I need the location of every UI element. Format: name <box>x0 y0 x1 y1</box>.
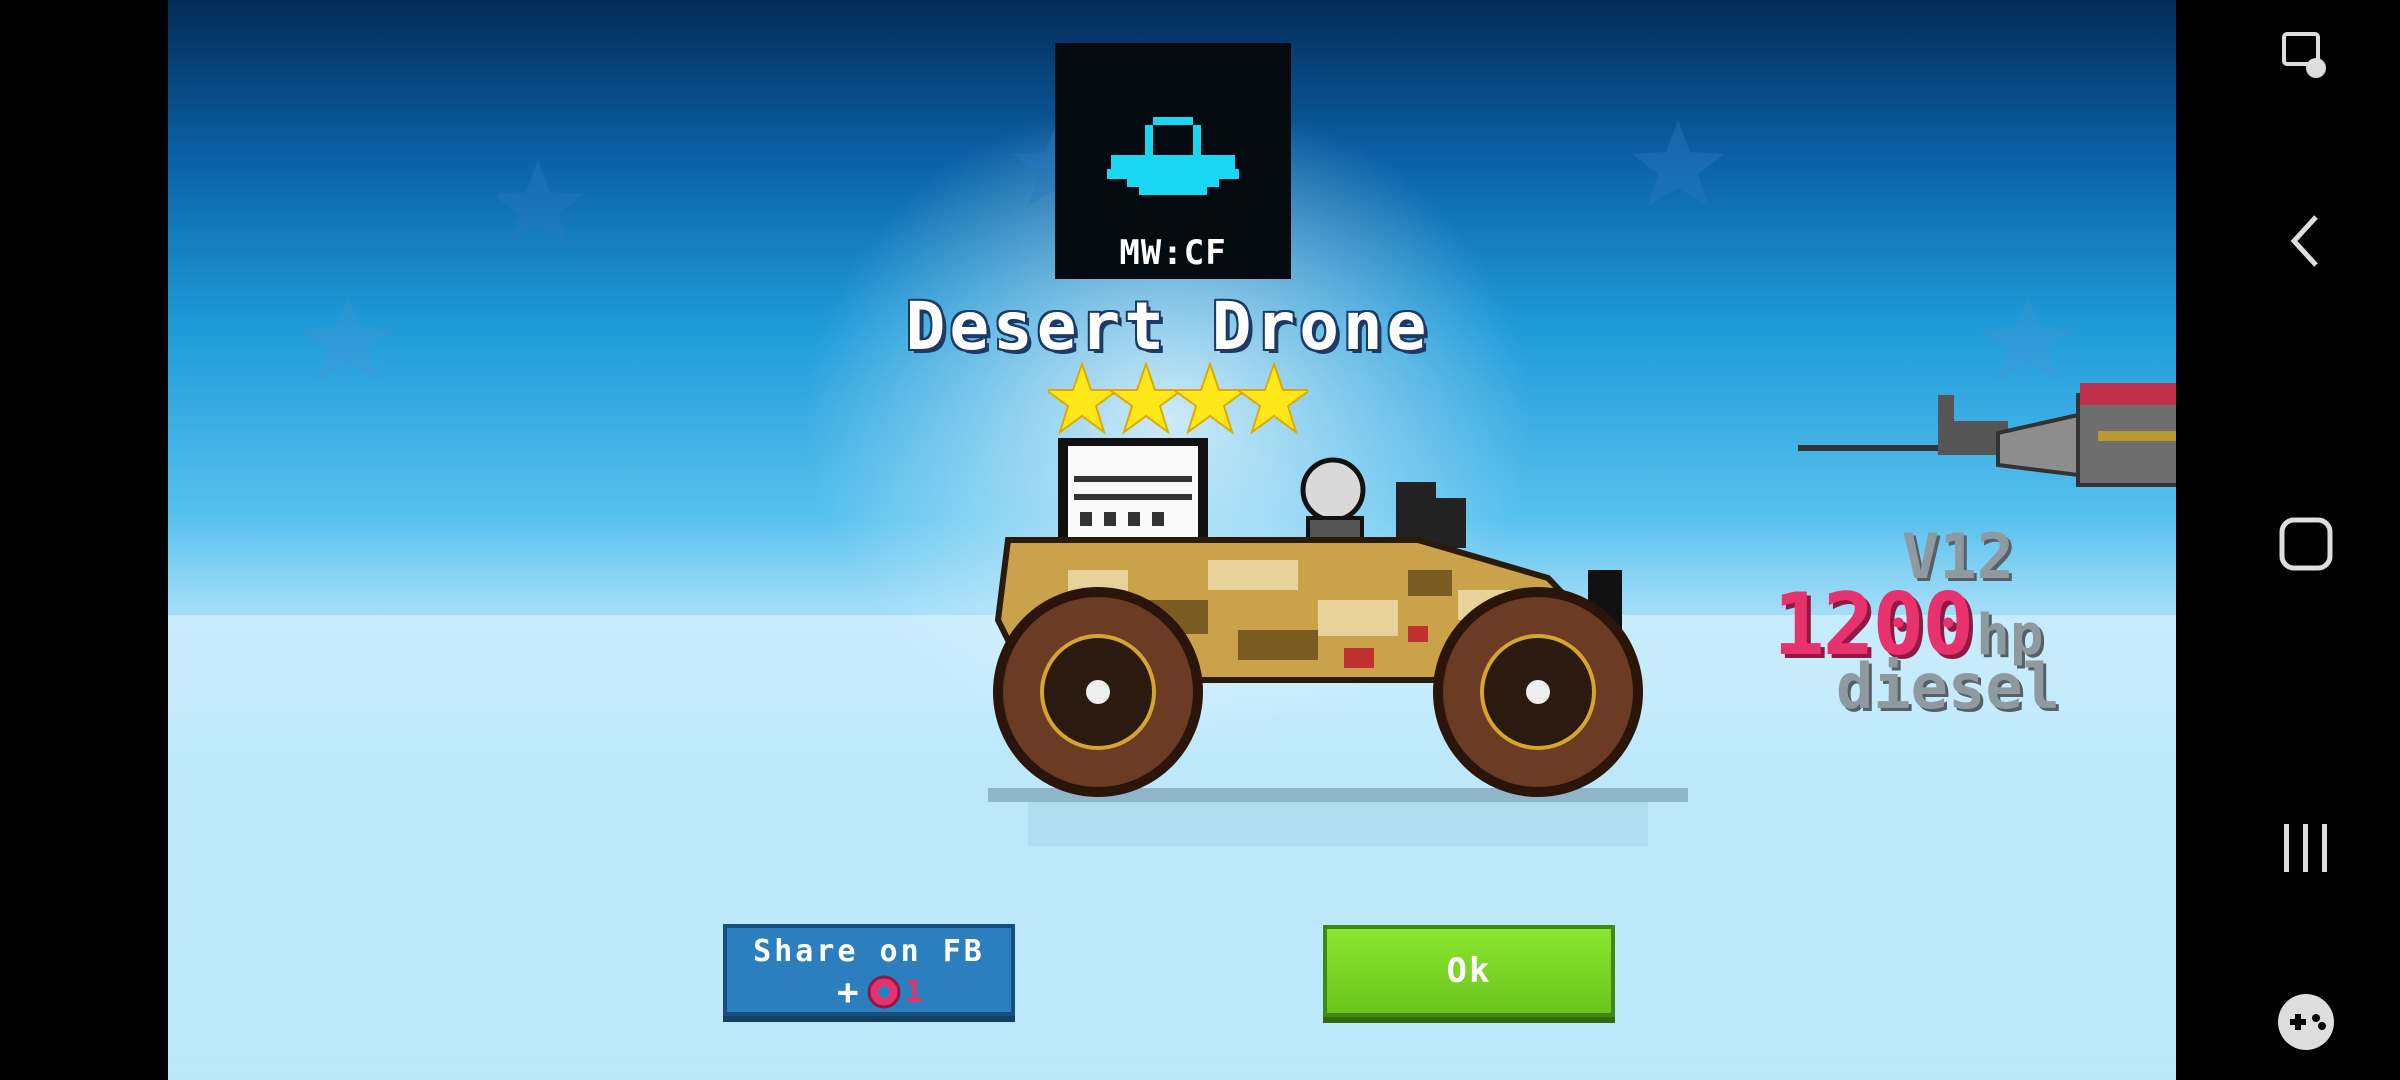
ok-button[interactable]: Ok <box>1323 925 1615 1017</box>
background-star <box>1982 295 2074 381</box>
back-icon[interactable] <box>2276 211 2336 271</box>
vehicle-badge: MW:CF <box>1055 43 1291 279</box>
vehicle-name: Desert Drone <box>905 288 1431 365</box>
ok-button-label: Ok <box>1446 951 1492 991</box>
background-star <box>302 295 394 381</box>
share-reward: + 1 <box>837 971 923 1013</box>
rating-star-icon <box>1170 360 1250 435</box>
ufo-icon <box>1107 117 1239 195</box>
share-reward-count: 1 <box>904 974 923 1010</box>
rating-star-icon <box>1048 360 1122 435</box>
rating-star-icon <box>1234 360 1308 435</box>
vehicle-illustration <box>988 438 1688 846</box>
share-button-label: Share on FB <box>753 934 985 969</box>
screen-touch-icon[interactable] <box>2276 26 2336 86</box>
engine-fuel: diesel <box>1836 650 2060 723</box>
rating-star-icon <box>1106 360 1186 435</box>
home-icon[interactable] <box>2276 514 2336 574</box>
game-screen: MW:CF Desert Drone V12 1200hp diesel Sha… <box>168 0 2176 1080</box>
recents-icon[interactable] <box>2276 818 2336 878</box>
donut-icon <box>867 975 901 1009</box>
game-controller-icon[interactable] <box>2276 992 2336 1052</box>
badge-label: MW:CF <box>1119 233 1227 273</box>
share-reward-plus: + <box>837 971 859 1013</box>
engine-illustration <box>1798 383 2176 487</box>
left-letterbox <box>0 0 168 1080</box>
share-on-fb-button[interactable]: Share on FB + 1 <box>723 924 1015 1016</box>
